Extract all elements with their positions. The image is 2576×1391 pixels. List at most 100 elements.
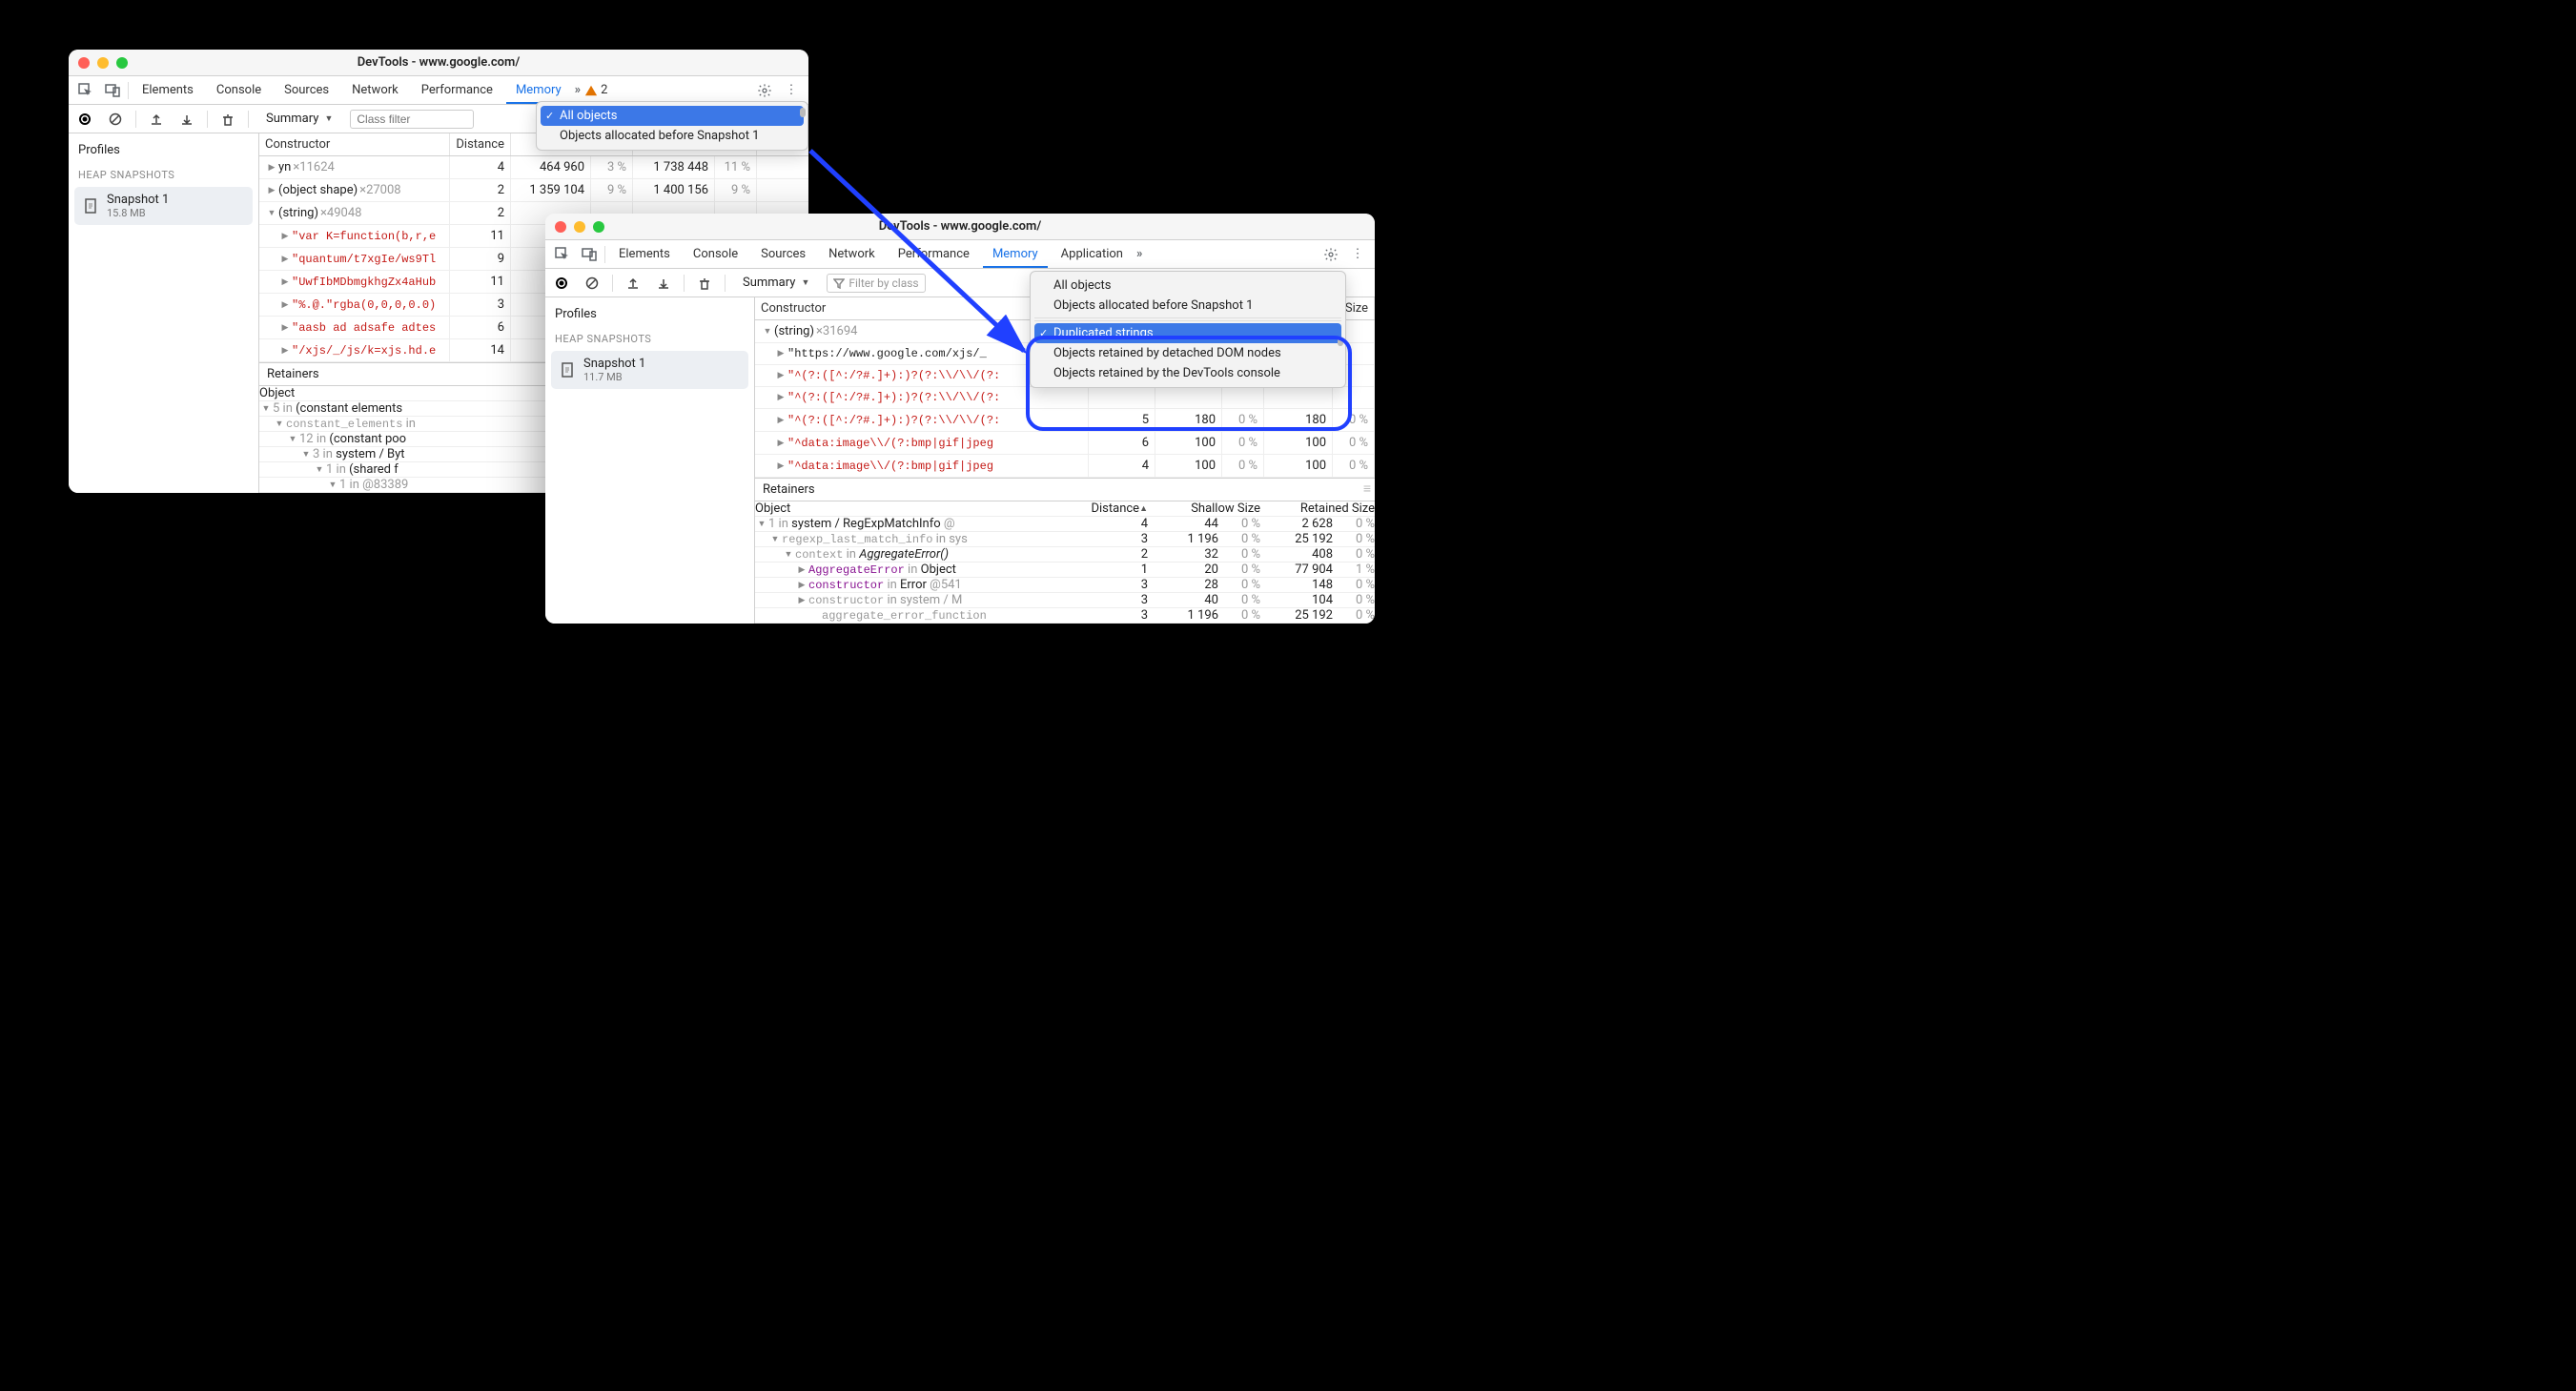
dropdown-option[interactable]: All objects [1034,276,1341,296]
close-icon[interactable] [78,57,90,69]
table-row[interactable]: ▶constructor in system / M3400 %1040 % [755,593,1375,608]
table-row[interactable]: ▼1 in system / RegExpMatchInfo @4440 %2 … [755,517,1375,532]
tab-elements[interactable]: Elements [133,76,203,104]
table-row[interactable]: ▶"^(?:([^:/?#.]+):)?(?:\\/\\/(?:51800 %1… [755,409,1375,432]
class-filter-input[interactable]: Filter by class [827,274,925,293]
zoom-icon[interactable] [593,221,604,233]
more-tabs-icon[interactable]: » [575,83,581,97]
kebab-icon[interactable]: ⋮ [780,79,803,102]
scrollbar-thumb[interactable] [800,108,806,117]
kebab-icon[interactable]: ⋮ [1346,243,1369,266]
upload-icon[interactable] [146,109,167,130]
device-icon[interactable] [578,243,601,266]
window-title: DevTools - www.google.com/ [555,219,1365,234]
dropdown-option-label: Objects allocated before Snapshot 1 [1053,298,1254,313]
titlebar[interactable]: DevTools - www.google.com/ [69,50,808,76]
minimize-icon[interactable] [97,57,109,69]
object-filter-dropdown[interactable]: All objects Objects allocated before Sna… [1030,271,1346,388]
tab-performance[interactable]: Performance [889,240,979,268]
dropdown-option[interactable]: Objects allocated before Snapshot 1 [1034,296,1341,316]
device-icon[interactable] [101,79,124,102]
check-icon: ✓ [545,110,554,122]
col-distance[interactable]: Distance▲ [1077,501,1148,516]
warning-count: 2 [601,83,607,97]
tab-memory[interactable]: Memory [983,240,1048,268]
clear-icon[interactable] [105,109,126,130]
tab-elements[interactable]: Elements [609,240,680,268]
record-icon[interactable] [551,273,572,294]
tab-performance[interactable]: Performance [412,76,502,104]
zoom-icon[interactable] [116,57,128,69]
dropdown-option-label: All objects [1053,278,1112,293]
tab-network[interactable]: Network [819,240,885,268]
class-filter-input[interactable] [350,110,474,129]
window-controls[interactable] [78,57,128,69]
dropdown-option[interactable]: ✓ Duplicated strings [1034,323,1341,343]
record-icon[interactable] [74,109,95,130]
inspect-icon[interactable] [551,243,574,266]
titlebar[interactable]: DevTools - www.google.com/ [545,214,1375,240]
col-distance[interactable]: Distance [450,133,511,155]
snapshot-item[interactable]: Snapshot 1 15.8 MB [74,187,253,225]
col-retained[interactable]: Retained Size [1260,501,1375,516]
table-row[interactable]: ▶constructor in Error @5413280 %1480 % [755,578,1375,593]
dropdown-option-label: All objects [560,109,618,123]
table-row[interactable]: ▼context in AggregateError()2320 %4080 % [755,547,1375,563]
view-selector[interactable]: Summary ▼ [735,274,817,292]
dropdown-option[interactable]: ✓ All objects [541,106,804,126]
dropdown-option-label: Objects retained by detached DOM nodes [1053,346,1281,360]
snapshot-icon [561,362,576,378]
snapshot-name: Snapshot 1 [583,357,645,371]
table-row[interactable]: ▶yn ×116244464 9603 %1 738 44811 % [259,156,808,179]
warning-badge[interactable]: 2 [584,83,607,97]
table-row[interactable]: ▼regexp_last_match_info in sys31 1960 %2… [755,532,1375,547]
retainers-header: Retainers ≡ [755,478,1375,501]
table-row[interactable]: ▶"^(?:([^:/?#.]+):)?(?:\\/\\/(?: [755,387,1375,409]
gear-icon[interactable] [753,79,776,102]
snapshot-size: 11.7 MB [583,371,645,383]
snapshot-item[interactable]: Snapshot 1 11.7 MB [551,351,748,389]
window-controls[interactable] [555,221,604,233]
gc-icon[interactable] [694,273,715,294]
inspect-icon[interactable] [74,79,97,102]
filter-placeholder: Filter by class [848,276,918,290]
dropdown-option[interactable]: Objects retained by detached DOM nodes [1034,343,1341,363]
divider [1034,317,1341,318]
col-constructor[interactable]: Constructor [259,133,450,155]
table-row[interactable]: ▶"^data:image\\/(?:bmp|gif|jpeg61000 %10… [755,432,1375,455]
dropdown-option[interactable]: Objects retained by the DevTools console [1034,363,1341,383]
dropdown-option[interactable]: Objects allocated before Snapshot 1 [541,126,804,146]
scrollbar-thumb[interactable] [1338,337,1343,346]
table-row[interactable]: ▶(object shape) ×2700821 359 1049 %1 400… [259,179,808,202]
table-row[interactable]: aggregate_error_function31 1960 %25 1920… [755,608,1375,624]
view-selector[interactable]: Summary ▼ [258,110,340,128]
tab-sources[interactable]: Sources [751,240,815,268]
menu-icon[interactable]: ≡ [1363,481,1371,497]
tab-sources[interactable]: Sources [275,76,338,104]
check-icon: ✓ [1039,327,1048,339]
snapshot-size: 15.8 MB [107,207,169,219]
minimize-icon[interactable] [574,221,585,233]
more-tabs-icon[interactable]: » [1136,247,1142,261]
tab-memory[interactable]: Memory [506,76,571,104]
object-filter-dropdown[interactable]: ✓ All objects Objects allocated before S… [536,101,808,151]
download-icon[interactable] [176,109,197,130]
gc-icon[interactable] [217,109,238,130]
table-row[interactable]: ▶AggregateError in Object1200 %77 9041 % [755,563,1375,578]
tab-application[interactable]: Application [1052,240,1133,268]
devtools-window-2: DevTools - www.google.com/ Elements Cons… [545,214,1375,624]
col-shallow[interactable]: Shallow Size [1148,501,1260,516]
clear-icon[interactable] [582,273,603,294]
col-object[interactable]: Object [755,501,1077,516]
view-selector-label: Summary [743,276,795,290]
tab-console[interactable]: Console [684,240,747,268]
tab-network[interactable]: Network [342,76,408,104]
snapshot-icon [84,198,99,214]
upload-icon[interactable] [623,273,644,294]
close-icon[interactable] [555,221,566,233]
chevron-down-icon: ▼ [801,277,809,288]
table-row[interactable]: ▶"^data:image\\/(?:bmp|gif|jpeg41000 %10… [755,455,1375,478]
gear-icon[interactable] [1319,243,1342,266]
tab-console[interactable]: Console [207,76,271,104]
download-icon[interactable] [653,273,674,294]
